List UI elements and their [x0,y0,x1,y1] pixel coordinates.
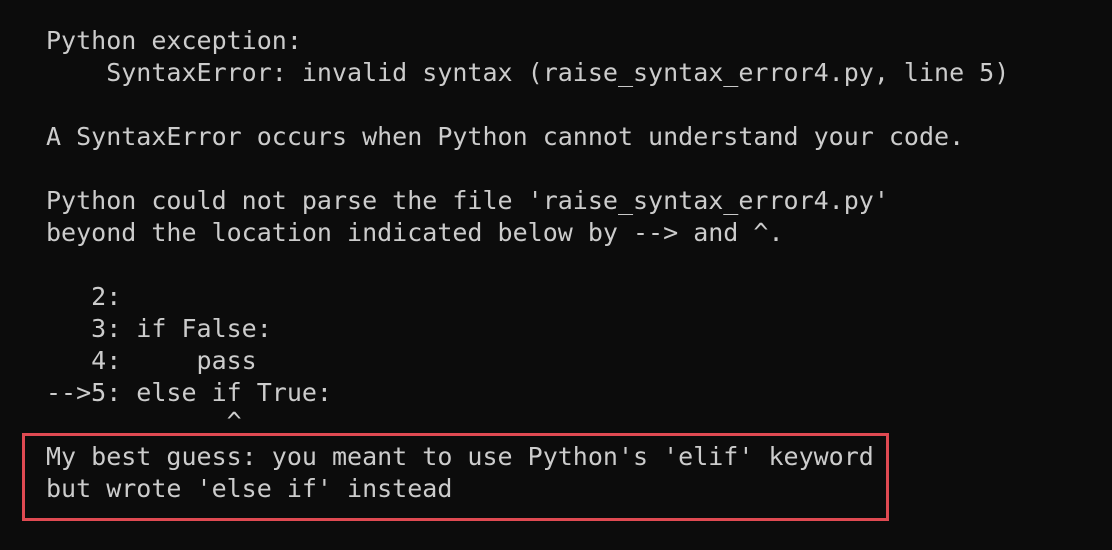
code-line-2: 2: [46,282,122,311]
parse-error-line-2: beyond the location indicated below by -… [46,218,784,247]
parse-error-line-1: Python could not parse the file 'raise_s… [46,186,889,215]
exception-message: SyntaxError: invalid syntax (raise_synta… [46,58,1010,87]
terminal-window: Python exception: SyntaxError: invalid s… [0,0,1112,550]
code-line-3: 3: if False: [46,314,272,343]
best-guess-line-2: but wrote 'else if' instead [46,474,453,503]
code-line-4: 4: pass [46,346,257,375]
best-guess-line-1: My best guess: you meant to use Python's… [46,442,874,471]
explanation-text: A SyntaxError occurs when Python cannot … [46,122,965,151]
code-line-5-error: -->5: else if True: [46,378,332,407]
exception-header: Python exception: [46,26,302,55]
